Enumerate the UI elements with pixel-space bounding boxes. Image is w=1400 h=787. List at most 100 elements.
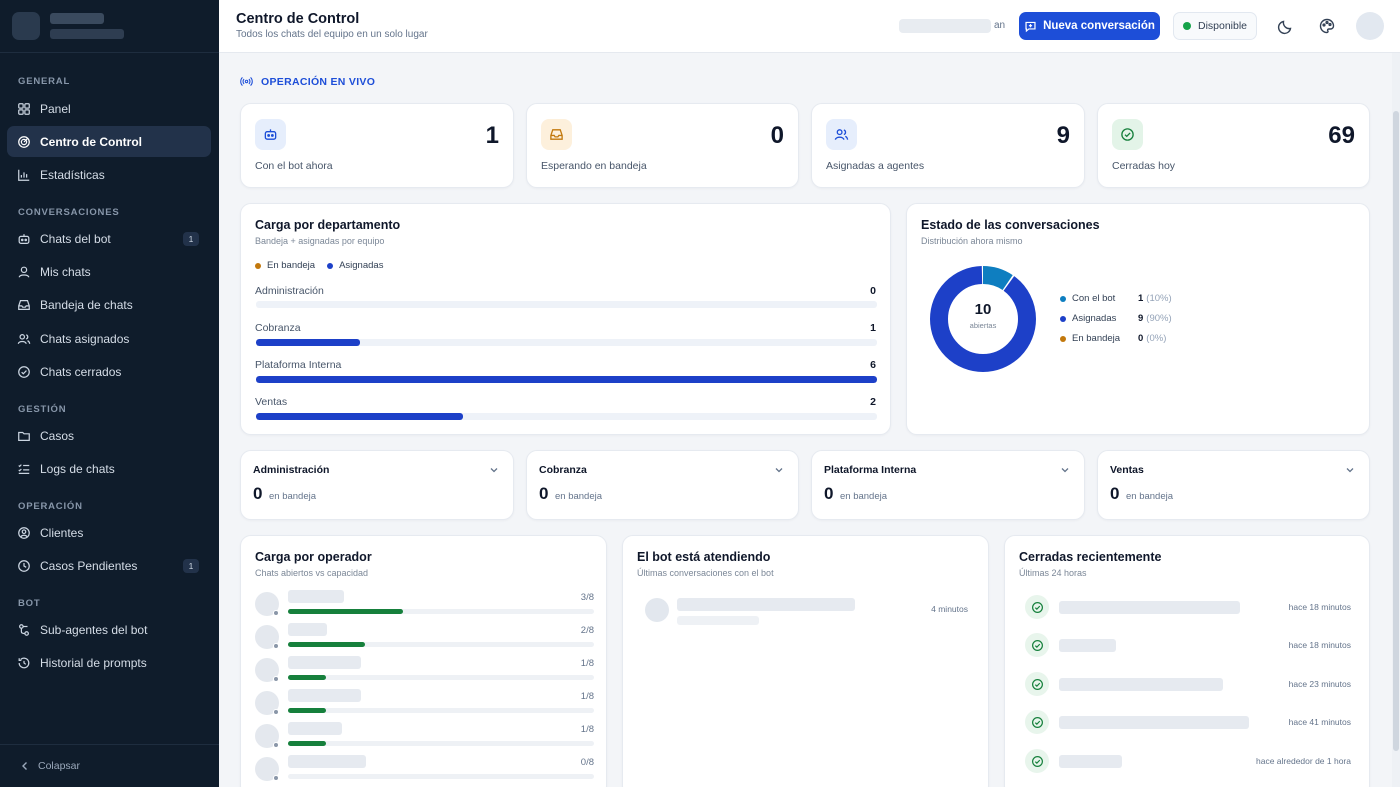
closed-item[interactable]: hace 18 minutos xyxy=(1025,633,1351,657)
stat-card-bot: 1 Con el bot ahora xyxy=(240,103,514,188)
closed-item[interactable]: hace alrededor de 1 hora xyxy=(1025,749,1351,773)
dept-card-label: en bandeja xyxy=(840,491,888,502)
sidebar-item-bot-chats[interactable]: Chats del bot 1 xyxy=(7,223,211,254)
palette-icon[interactable] xyxy=(1317,16,1337,36)
operator-row[interactable]: 2/8 xyxy=(255,623,594,649)
sidebar-item-panel[interactable]: Panel xyxy=(7,93,211,124)
inbox-icon xyxy=(550,129,563,140)
dept-row-value: 0 xyxy=(870,285,876,297)
logo[interactable] xyxy=(12,12,40,40)
dept-summary-card[interactable]: Plataforma Interna 0 en bandeja xyxy=(811,450,1085,520)
user-icon xyxy=(18,266,30,278)
new-conversation-button[interactable]: Nueva conversación xyxy=(1019,12,1160,40)
stat-icon-bg xyxy=(541,119,572,150)
chevron-down-icon[interactable] xyxy=(1060,465,1070,475)
presence-dot xyxy=(273,775,279,781)
dept-summary-card[interactable]: Administración 0 en bandeja xyxy=(240,450,514,520)
availability-status[interactable]: Disponible xyxy=(1173,12,1257,40)
scrollbar-track[interactable] xyxy=(1392,53,1400,787)
stat-icon-bg xyxy=(826,119,857,150)
sidebar-item-label: Casos xyxy=(40,428,75,443)
operator-row[interactable]: 0/8 xyxy=(255,755,594,781)
page-title: Centro de Control xyxy=(236,11,360,27)
stat-card-closed: 69 Cerradas hoy xyxy=(1097,103,1370,188)
legend-name: Con el bot xyxy=(1072,293,1116,304)
chevron-left-icon xyxy=(22,762,27,770)
sidebar-item-prompt-history[interactable]: Historial de prompts xyxy=(7,647,211,678)
card-title: Carga por operador xyxy=(255,550,372,564)
scrollbar-thumb[interactable] xyxy=(1393,111,1399,751)
section-bot: BOT xyxy=(18,598,41,609)
sidebar-item-cases[interactable]: Casos xyxy=(7,420,211,451)
dept-card-name: Ventas xyxy=(1110,464,1144,476)
sidebar-item-label: Chats asignados xyxy=(40,331,130,346)
operator-row[interactable]: 1/8 xyxy=(255,656,594,682)
operator-row[interactable]: 1/8 xyxy=(255,689,594,715)
dept-card-name: Cobranza xyxy=(539,464,587,476)
user-avatar[interactable] xyxy=(1356,12,1384,40)
sidebar-item-label: Bandeja de chats xyxy=(40,297,133,312)
sidebar-item-chat-logs[interactable]: Logs de chats xyxy=(7,453,211,484)
legend-label: Asignadas xyxy=(339,260,384,271)
page-subtitle: Todos los chats del equipo en un solo lu… xyxy=(236,29,428,40)
closed-item[interactable]: hace 18 minutos xyxy=(1025,595,1351,619)
dept-row-name: Ventas xyxy=(255,396,288,408)
collapse-label: Colapsar xyxy=(38,760,81,772)
operator-ratio: 1/8 xyxy=(580,691,594,702)
message-preview-placeholder xyxy=(677,616,759,625)
operator-row[interactable]: 3/8 xyxy=(255,590,594,616)
operator-bar-track xyxy=(288,609,594,614)
message-plus-icon xyxy=(1025,21,1036,32)
stat-label: Con el bot ahora xyxy=(255,160,333,172)
dept-row-name: Administración xyxy=(255,285,324,297)
donut-svg xyxy=(930,266,1036,372)
closed-item[interactable]: hace 41 minutos xyxy=(1025,710,1351,734)
sidebar-item-closed-chats[interactable]: Chats cerrados xyxy=(7,356,211,387)
dept-bar-fill xyxy=(256,413,463,420)
moon-icon[interactable] xyxy=(1276,16,1296,36)
operator-ratio: 1/8 xyxy=(580,724,594,735)
bar-chart-icon xyxy=(18,169,30,181)
collapse-button[interactable]: Colapsar xyxy=(0,744,219,787)
sidebar-item-assigned-chats[interactable]: Chats asignados xyxy=(7,323,211,354)
closed-time: hace 41 minutos xyxy=(1288,717,1351,727)
dept-summary-card[interactable]: Ventas 0 en bandeja xyxy=(1097,450,1370,520)
legend-dot xyxy=(1060,335,1066,342)
dept-row-name: Cobranza xyxy=(255,322,301,334)
card-title: Estado de las conversaciones xyxy=(921,218,1100,232)
closed-item[interactable]: hace 23 minutos xyxy=(1025,672,1351,696)
sidebar-item-statistics[interactable]: Estadísticas xyxy=(7,159,211,190)
closed-time: hace 18 minutos xyxy=(1288,640,1351,650)
bot-icon xyxy=(264,129,277,140)
card-subtitle: Distribución ahora mismo xyxy=(921,236,1023,246)
chevron-down-icon[interactable] xyxy=(489,465,499,475)
check-circle-icon xyxy=(1025,710,1049,734)
stat-icon-bg xyxy=(1112,119,1143,150)
operator-bar-track xyxy=(288,774,594,779)
dept-card-value: 0 xyxy=(824,484,834,503)
sidebar-item-pending-cases[interactable]: Casos Pendientes 1 xyxy=(7,550,211,581)
legend-dot xyxy=(1060,295,1066,302)
inbox-icon xyxy=(18,299,30,310)
sidebar-item-chat-inbox[interactable]: Bandeja de chats xyxy=(7,289,211,320)
bot-icon xyxy=(18,233,30,244)
section-conversations: CONVERSACIONES xyxy=(18,207,120,218)
operator-row[interactable]: 1/8 xyxy=(255,722,594,748)
users-icon xyxy=(834,129,849,140)
presence-dot xyxy=(273,742,279,748)
donut-legend-item: En bandeja 0 (0%) xyxy=(1060,333,1200,344)
check-circle-icon xyxy=(1025,633,1049,657)
dept-card-value: 0 xyxy=(253,484,263,503)
card-subtitle: Últimas 24 horas xyxy=(1019,568,1087,578)
sidebar-item-bot-sub-agents[interactable]: Sub-agentes del bot xyxy=(7,614,211,645)
dept-summary-card[interactable]: Cobranza 0 en bandeja xyxy=(526,450,799,520)
sidebar-item-my-chats[interactable]: Mis chats xyxy=(7,256,211,287)
chevron-down-icon[interactable] xyxy=(774,465,784,475)
brand-subtitle-placeholder xyxy=(50,29,124,39)
sidebar-item-clients[interactable]: Clientes xyxy=(7,517,211,548)
sidebar-item-control-center[interactable]: Centro de Control xyxy=(7,126,211,157)
operator-name-placeholder xyxy=(288,689,361,702)
radar-icon xyxy=(18,135,30,148)
chevron-down-icon[interactable] xyxy=(1345,465,1355,475)
contact-name-placeholder xyxy=(677,598,855,611)
